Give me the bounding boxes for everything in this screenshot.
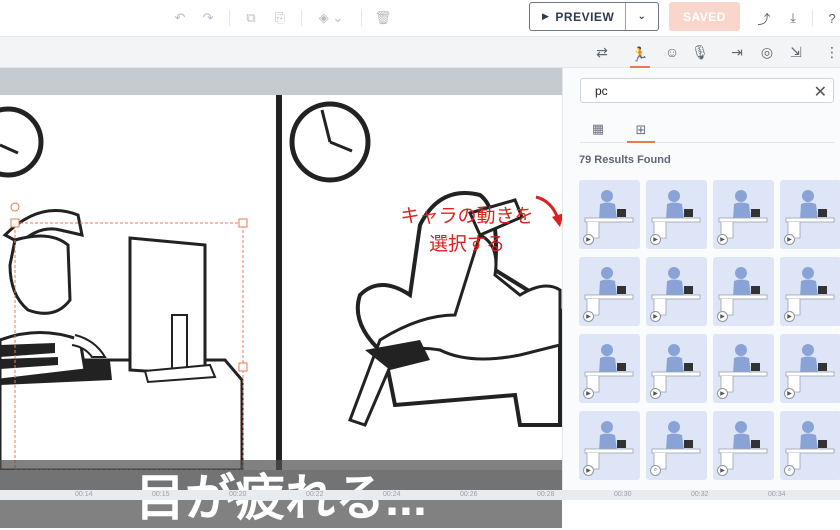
redo-icon[interactable]: ↷ (198, 8, 218, 28)
character-pose-card[interactable]: ▶ (713, 411, 774, 480)
scene-frame: キャラの動きを選択する (0, 95, 564, 472)
play-icon[interactable]: ▶ (717, 465, 728, 476)
saved-button[interactable]: SAVED (669, 2, 740, 31)
copy-icon[interactable]: ⧉ (241, 8, 261, 28)
mask-icon[interactable]: ☺ (662, 42, 682, 62)
transition-icon[interactable]: ◎ (757, 42, 777, 62)
search-value: pc (595, 83, 608, 98)
asset-toolbar: ⇄ 🏃 ☺ 🎙 ⇥ ◎ ⇲ ⋮ (0, 37, 840, 68)
character-pose-card[interactable]: ▶ (579, 411, 640, 480)
play-icon[interactable]: ▶ (717, 311, 728, 322)
zoom-icon[interactable]: ⌕ (650, 465, 661, 476)
results-count: 79 Results Found (579, 154, 671, 166)
timeline-tick: 00:24 (383, 491, 401, 498)
timeline-tick: 00:28 (537, 491, 555, 498)
preview-label: PREVIEW (555, 9, 615, 24)
character-pose-card[interactable]: ▶ (780, 180, 840, 249)
character-pose-card[interactable]: ▶ (646, 180, 707, 249)
character-pose-card[interactable]: ▶ (646, 334, 707, 403)
toolbar-divider (361, 10, 362, 26)
instruction-annotation: キャラの動きを選択する (400, 206, 534, 255)
trash-icon[interactable]: 🗑 (373, 8, 393, 28)
timeline-tick: 00:26 (460, 491, 478, 498)
zoom-icon[interactable]: ▶ (583, 465, 594, 476)
play-icon[interactable]: ▶ (583, 234, 594, 245)
character-pose-card[interactable]: ▶ (713, 180, 774, 249)
paste-icon[interactable]: ⎘ (270, 8, 290, 28)
character-pose-card[interactable]: ▶ (713, 257, 774, 326)
timeline-tick: 00:14 (75, 491, 93, 498)
character-pose-card[interactable]: ▶ (713, 334, 774, 403)
search-input[interactable]: pc ✕ (580, 78, 834, 103)
character-pose-card[interactable]: ▶ (646, 257, 707, 326)
character-action-panel: pc ✕ ▦ ⊞ 79 Results Found ▶ ▶ ▶ ▶ ▶ ▶ ▶ ▶ ▶ ▶ ▶ ▶ ▶ ⌕… (562, 68, 840, 500)
monitor (128, 236, 207, 377)
scene-illustration (0, 95, 562, 472)
film-icon[interactable]: ▦ (584, 119, 612, 139)
scene-canvas[interactable]: キャラの動きを選択する 目が疲れる... (0, 68, 564, 528)
play-icon[interactable]: ▶ (717, 234, 728, 245)
character-pose-card[interactable]: ⌕ (780, 411, 840, 480)
play-icon[interactable]: ▶ (650, 311, 661, 322)
timeline-ruler[interactable]: 00:14 00:15 00:20 00:22 00:24 00:26 00:28 00:30… (0, 490, 840, 500)
microphone-icon[interactable]: 🎙 (690, 42, 710, 62)
timeline-tick: 00:22 (306, 491, 324, 498)
timeline-tick: 00:20 (229, 491, 247, 498)
shirt (0, 331, 87, 382)
grid-icon[interactable]: ⊞ (627, 119, 655, 143)
character-pose-card[interactable]: ▶ (579, 257, 640, 326)
character-pose-card[interactable]: ▶ (780, 257, 840, 326)
undo-icon[interactable]: ↶ (170, 8, 190, 28)
play-icon[interactable]: ▶ (784, 311, 795, 322)
swap-icon[interactable]: ⇄ (592, 42, 612, 62)
character-pose-card[interactable]: ▶ (579, 180, 640, 249)
toolbar-divider (812, 10, 813, 26)
play-icon: ▶ (542, 11, 550, 21)
play-icon[interactable]: ▶ (583, 311, 594, 322)
more-icon[interactable]: ⋮ (822, 42, 840, 62)
download-icon[interactable]: ⤓ (783, 8, 803, 28)
character-pose-card[interactable]: ▶ (780, 334, 840, 403)
toolbar-divider (229, 10, 230, 26)
character-pose-card[interactable]: ⌕ (646, 411, 707, 480)
help-icon[interactable]: ? (822, 8, 840, 28)
zoom-icon[interactable]: ⌕ (784, 465, 795, 476)
preview-button[interactable]: ▶ PREVIEW ⌄ (529, 2, 659, 31)
close-icon[interactable]: ✕ (814, 82, 827, 102)
timeline-tick: 00:34 (768, 491, 786, 498)
timeline-tick: 00:30 (614, 491, 632, 498)
saved-label: SAVED (683, 9, 726, 24)
chevron-down-icon[interactable]: ⌄ (626, 11, 658, 22)
share-icon[interactable]: ⤴ (754, 8, 774, 28)
top-toolbar: ↶ ↷ ⧉ ⎘ ◈ ⌄ 🗑 ▶ PREVIEW ⌄ SAVED ⤴ ⤓ ? (0, 0, 840, 37)
play-icon[interactable]: ▶ (784, 388, 795, 399)
divider-pole (276, 95, 282, 470)
play-icon[interactable]: ▶ (717, 388, 728, 399)
character-pose-card[interactable]: ▶ (579, 334, 640, 403)
left-clock (0, 106, 44, 178)
face (8, 234, 72, 315)
exit-icon[interactable]: ⇲ (786, 42, 806, 62)
timeline-tick: 00:15 (152, 491, 170, 498)
play-icon[interactable]: ▶ (583, 388, 594, 399)
play-icon[interactable]: ▶ (650, 234, 661, 245)
play-icon[interactable]: ▶ (650, 388, 661, 399)
running-character-icon[interactable]: 🏃 (630, 42, 650, 68)
view-tabs: ▦ ⊞ (580, 115, 834, 143)
timeline-tick: 00:32 (691, 491, 709, 498)
enter-icon[interactable]: ⇥ (727, 42, 747, 62)
layers-icon[interactable]: ◈ ⌄ (314, 8, 348, 28)
play-icon[interactable]: ▶ (784, 234, 795, 245)
toolbar-divider (301, 10, 302, 26)
